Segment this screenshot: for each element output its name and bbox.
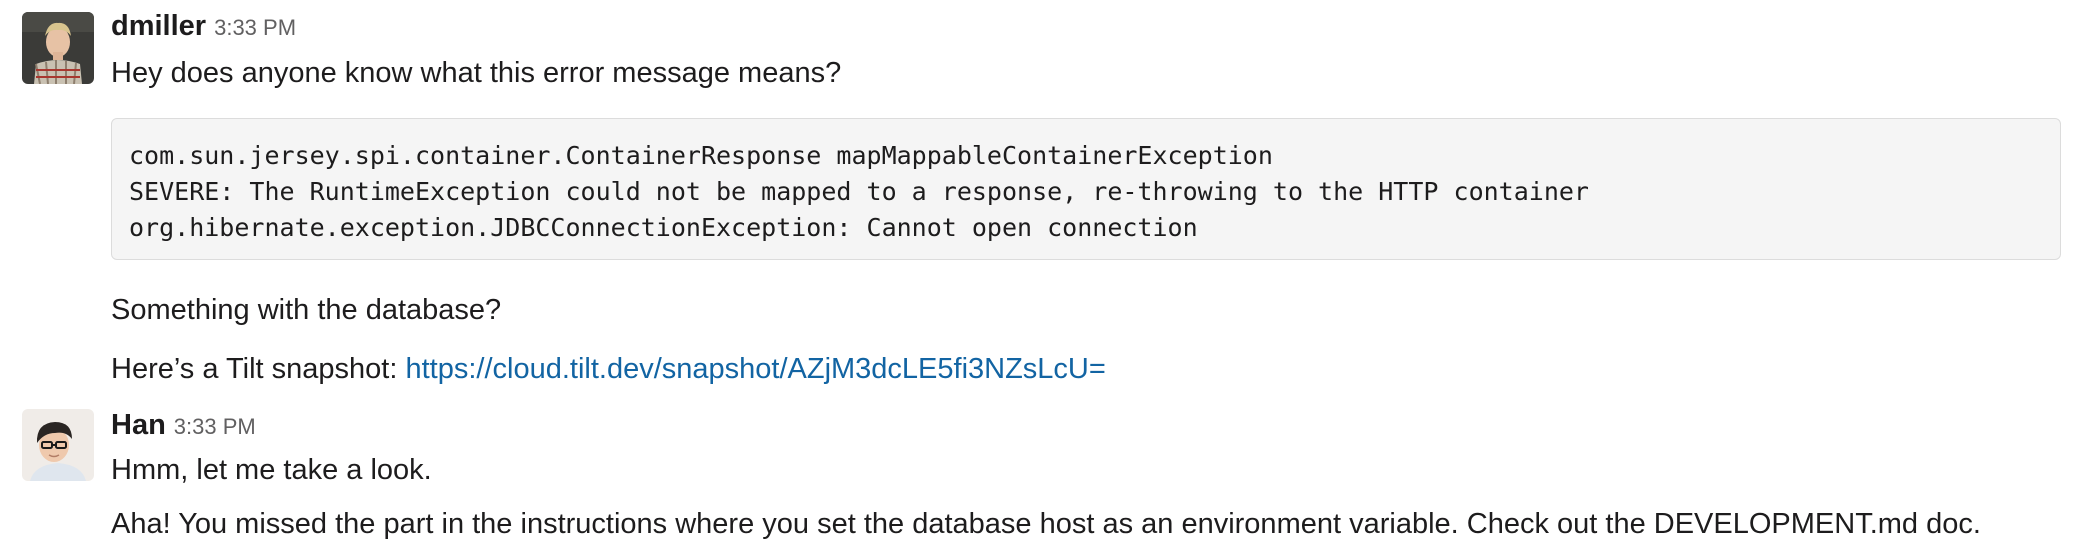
- message-header: dmiller 3:33 PM: [111, 10, 296, 43]
- message-text: Hey does anyone know what this error mes…: [111, 57, 842, 89]
- message-header: Han 3:33 PM: [111, 409, 256, 442]
- author-name[interactable]: Han: [111, 409, 166, 441]
- code-line: SEVERE: The RuntimeException could not b…: [129, 177, 1589, 206]
- message-text: Something with the database?: [111, 294, 502, 326]
- message-text: Aha! You missed the part in the instruct…: [111, 508, 1981, 540]
- avatar-dmiller[interactable]: [22, 12, 94, 84]
- author-name[interactable]: dmiller: [111, 10, 206, 42]
- user-photo-icon: [22, 409, 94, 481]
- message-timestamp[interactable]: 3:33 PM: [214, 15, 296, 40]
- avatar-han[interactable]: [22, 409, 94, 481]
- code-line: com.sun.jersey.spi.container.ContainerRe…: [129, 141, 1273, 170]
- user-photo-icon: [22, 12, 94, 84]
- snapshot-link[interactable]: https://cloud.tilt.dev/snapshot/AZjM3dcL…: [405, 353, 1105, 385]
- message-timestamp[interactable]: 3:33 PM: [174, 414, 256, 439]
- message-text-with-link: Here’s a Tilt snapshot: https://cloud.ti…: [111, 351, 1106, 387]
- link-prefix-text: Here’s a Tilt snapshot:: [111, 353, 398, 385]
- message-text: Hmm, let me take a look.: [111, 454, 432, 486]
- code-block: com.sun.jersey.spi.container.ContainerRe…: [111, 118, 2061, 260]
- code-line: org.hibernate.exception.JDBCConnectionEx…: [129, 213, 1198, 242]
